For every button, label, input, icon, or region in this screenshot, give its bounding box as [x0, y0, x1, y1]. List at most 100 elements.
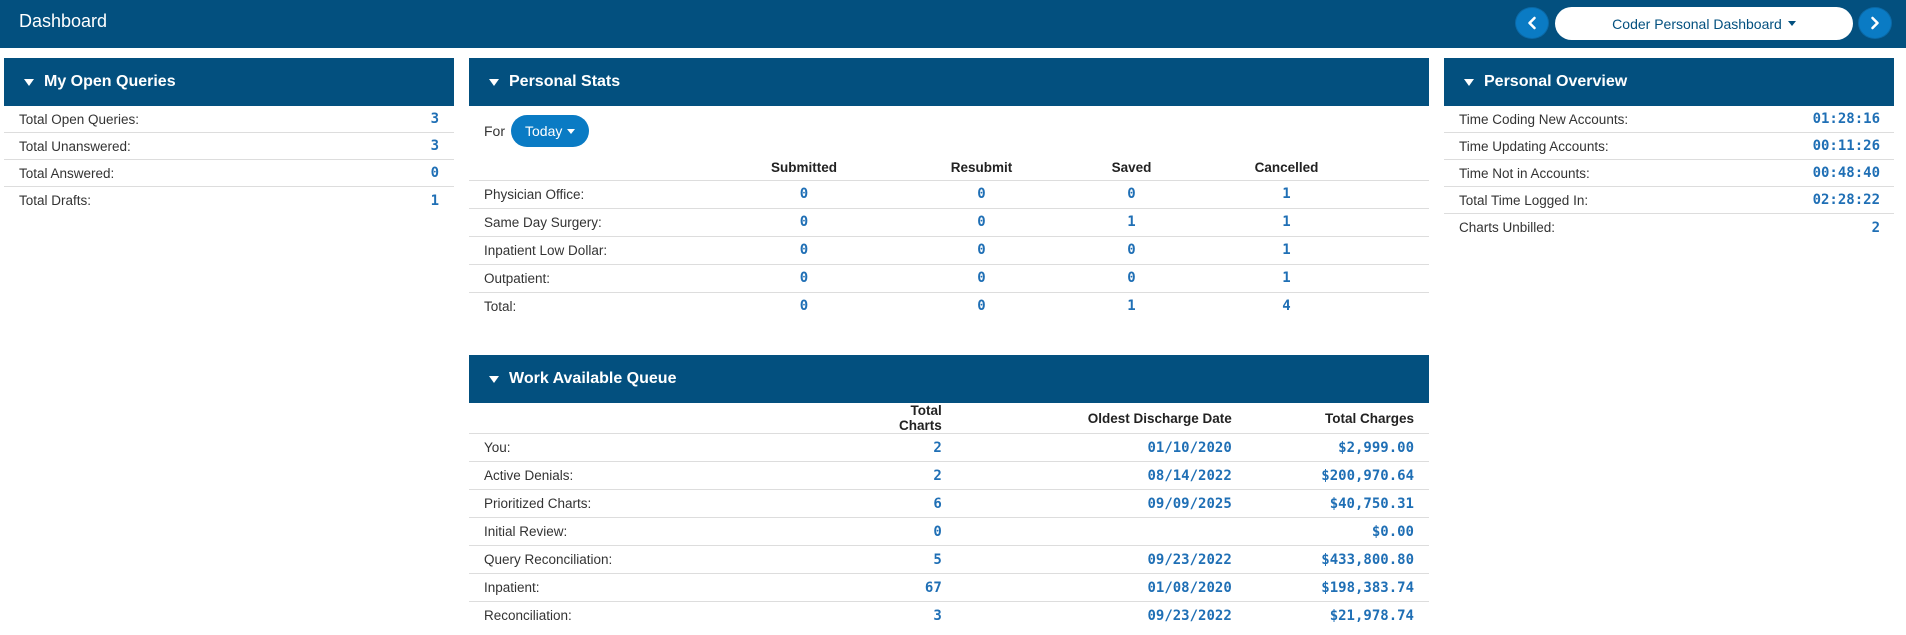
caret-down-icon	[1787, 21, 1796, 26]
list-item: Total Open Queries: 3	[4, 106, 454, 133]
column-header-cancelled: Cancelled	[1194, 156, 1379, 181]
row-label: Inpatient:	[469, 573, 899, 602]
top-bar: Dashboard Coder Personal Dashboard	[0, 0, 1906, 48]
collapse-triangle-icon	[489, 78, 499, 86]
table-row: Same Day Surgery: 0 0 1 1	[469, 207, 1429, 236]
row-label: Total Drafts:	[19, 193, 92, 208]
column-header-oldest-discharge-date: Oldest Discharge Date	[956, 403, 1247, 434]
work-queue-panel: Work Available Queue Total Charts Oldest…	[469, 355, 1429, 630]
next-dashboard-button[interactable]	[1858, 7, 1892, 39]
row-label: Total Time Logged In:	[1459, 192, 1589, 208]
cell-value[interactable]: 1	[1069, 207, 1194, 236]
cell-value[interactable]: 0	[894, 207, 1069, 236]
cell-value[interactable]: 0	[714, 207, 894, 236]
cell-value[interactable]: 2	[899, 461, 957, 490]
list-item: Time Not in Accounts: 00:48:40	[1444, 160, 1894, 187]
cell-value[interactable]: 0	[1069, 263, 1194, 292]
cell-value[interactable]: 1	[1194, 263, 1379, 292]
panel-title: Personal Overview	[1484, 73, 1628, 90]
cell-value: $40,750.31	[1246, 489, 1429, 518]
cell-value[interactable]: 5	[899, 545, 957, 574]
chevron-left-icon	[1528, 16, 1536, 30]
table-row: Prioritized Charts: 6 09/09/2025 $40,750…	[469, 489, 1429, 518]
cell-value[interactable]: 2	[899, 434, 957, 462]
work-queue-header[interactable]: Work Available Queue	[469, 355, 1429, 403]
cell-value: $198,383.74	[1246, 573, 1429, 602]
cell-value[interactable]: 0	[894, 180, 1069, 208]
cell-spacer	[1379, 263, 1429, 292]
row-label: Total Unanswered:	[19, 138, 131, 154]
row-label: Active Denials:	[469, 461, 899, 490]
caret-down-icon	[567, 128, 576, 134]
dashboard-select[interactable]: Coder Personal Dashboard	[1555, 7, 1853, 40]
list-item: Charts Unbilled: 2	[1444, 214, 1894, 241]
panel-title: Personal Stats	[509, 73, 621, 90]
row-label: Physician Office:	[484, 186, 585, 202]
column-header-total-charts: Total Charts	[899, 403, 957, 434]
personal-overview-header[interactable]: Personal Overview	[1444, 58, 1894, 106]
cell-value[interactable]: 3	[899, 601, 957, 630]
row-label: Reconciliation:	[469, 601, 899, 630]
cell-value: $0.00	[1246, 517, 1429, 546]
cell-value[interactable]: 0	[894, 263, 1069, 292]
cell-value[interactable]: 0	[894, 235, 1069, 264]
column-header-empty	[469, 156, 714, 181]
previous-dashboard-button[interactable]	[1515, 7, 1549, 39]
row-value[interactable]: 1	[431, 193, 439, 209]
cell-value[interactable]: 1	[1194, 235, 1379, 264]
cell-spacer	[1379, 291, 1429, 320]
period-dropdown-button[interactable]: Today	[511, 115, 590, 147]
collapse-triangle-icon	[24, 78, 34, 86]
list-item: Total Answered: 0	[4, 160, 454, 187]
table-row: Inpatient Low Dollar: 0 0 0 1	[469, 235, 1429, 264]
period-filter: For Today	[469, 106, 1429, 156]
open-queries-header[interactable]: My Open Queries	[4, 58, 454, 106]
personal-stats-header[interactable]: Personal Stats	[469, 58, 1429, 106]
cell-value: 09/09/2025	[956, 489, 1247, 518]
cell-value: $433,800.80	[1246, 545, 1429, 574]
row-label: Total Answered:	[19, 165, 115, 181]
cell-value[interactable]: 0	[714, 180, 894, 208]
cell-value[interactable]: 1	[1194, 180, 1379, 208]
cell-value[interactable]: 1	[1069, 291, 1194, 320]
cell-value: $21,978.74	[1246, 601, 1429, 630]
cell-spacer	[1379, 207, 1429, 236]
cell-value[interactable]: 4	[1194, 291, 1379, 320]
for-label: For	[484, 123, 505, 139]
cell-value[interactable]: 6	[899, 489, 957, 518]
table-header-row: Submitted Resubmit Saved Cancelled	[469, 156, 1429, 181]
row-label: Time Not in Accounts:	[1459, 165, 1590, 181]
cell-value: 01/08/2020	[956, 573, 1247, 602]
row-label: Query Reconciliation:	[469, 545, 899, 574]
row-value[interactable]: 2	[1872, 220, 1880, 236]
cell-value[interactable]: 0	[894, 291, 1069, 320]
row-value[interactable]: 3	[431, 111, 439, 127]
cell-value[interactable]: 0	[714, 263, 894, 292]
cell-value[interactable]: 0	[1069, 235, 1194, 264]
row-label: You:	[484, 440, 511, 455]
row-label: Initial Review:	[469, 517, 899, 546]
table-row: Reconciliation: 3 09/23/2022 $21,978.74	[469, 601, 1429, 630]
cell-value[interactable]: 1	[1194, 207, 1379, 236]
row-value[interactable]: 0	[431, 165, 439, 181]
row-label: Inpatient Low Dollar:	[469, 235, 714, 264]
cell-value[interactable]: 0	[714, 291, 894, 320]
table-row: Total: 0 0 1 4	[469, 291, 1429, 320]
row-value[interactable]: 3	[431, 138, 439, 154]
row-label: Time Updating Accounts:	[1459, 138, 1609, 154]
personal-stats-table: Submitted Resubmit Saved Cancelled Physi…	[469, 156, 1429, 320]
cell-value[interactable]: 0	[899, 517, 957, 546]
cell-value: $2,999.00	[1338, 439, 1414, 456]
list-item: Total Unanswered: 3	[4, 133, 454, 160]
row-value: 00:48:40	[1812, 165, 1880, 181]
row-value: 02:28:22	[1812, 192, 1880, 208]
personal-overview-panel: Personal Overview Time Coding New Accoun…	[1444, 58, 1894, 241]
row-label: Prioritized Charts:	[469, 489, 899, 518]
work-queue-table: Total Charts Oldest Discharge Date Total…	[469, 403, 1429, 630]
cell-value	[956, 517, 1247, 546]
cell-value[interactable]: 0	[714, 235, 894, 264]
cell-value[interactable]: 67	[899, 573, 957, 602]
column-header-spacer	[1379, 156, 1429, 181]
column-header-empty	[469, 403, 899, 434]
cell-value[interactable]: 0	[1069, 180, 1194, 208]
